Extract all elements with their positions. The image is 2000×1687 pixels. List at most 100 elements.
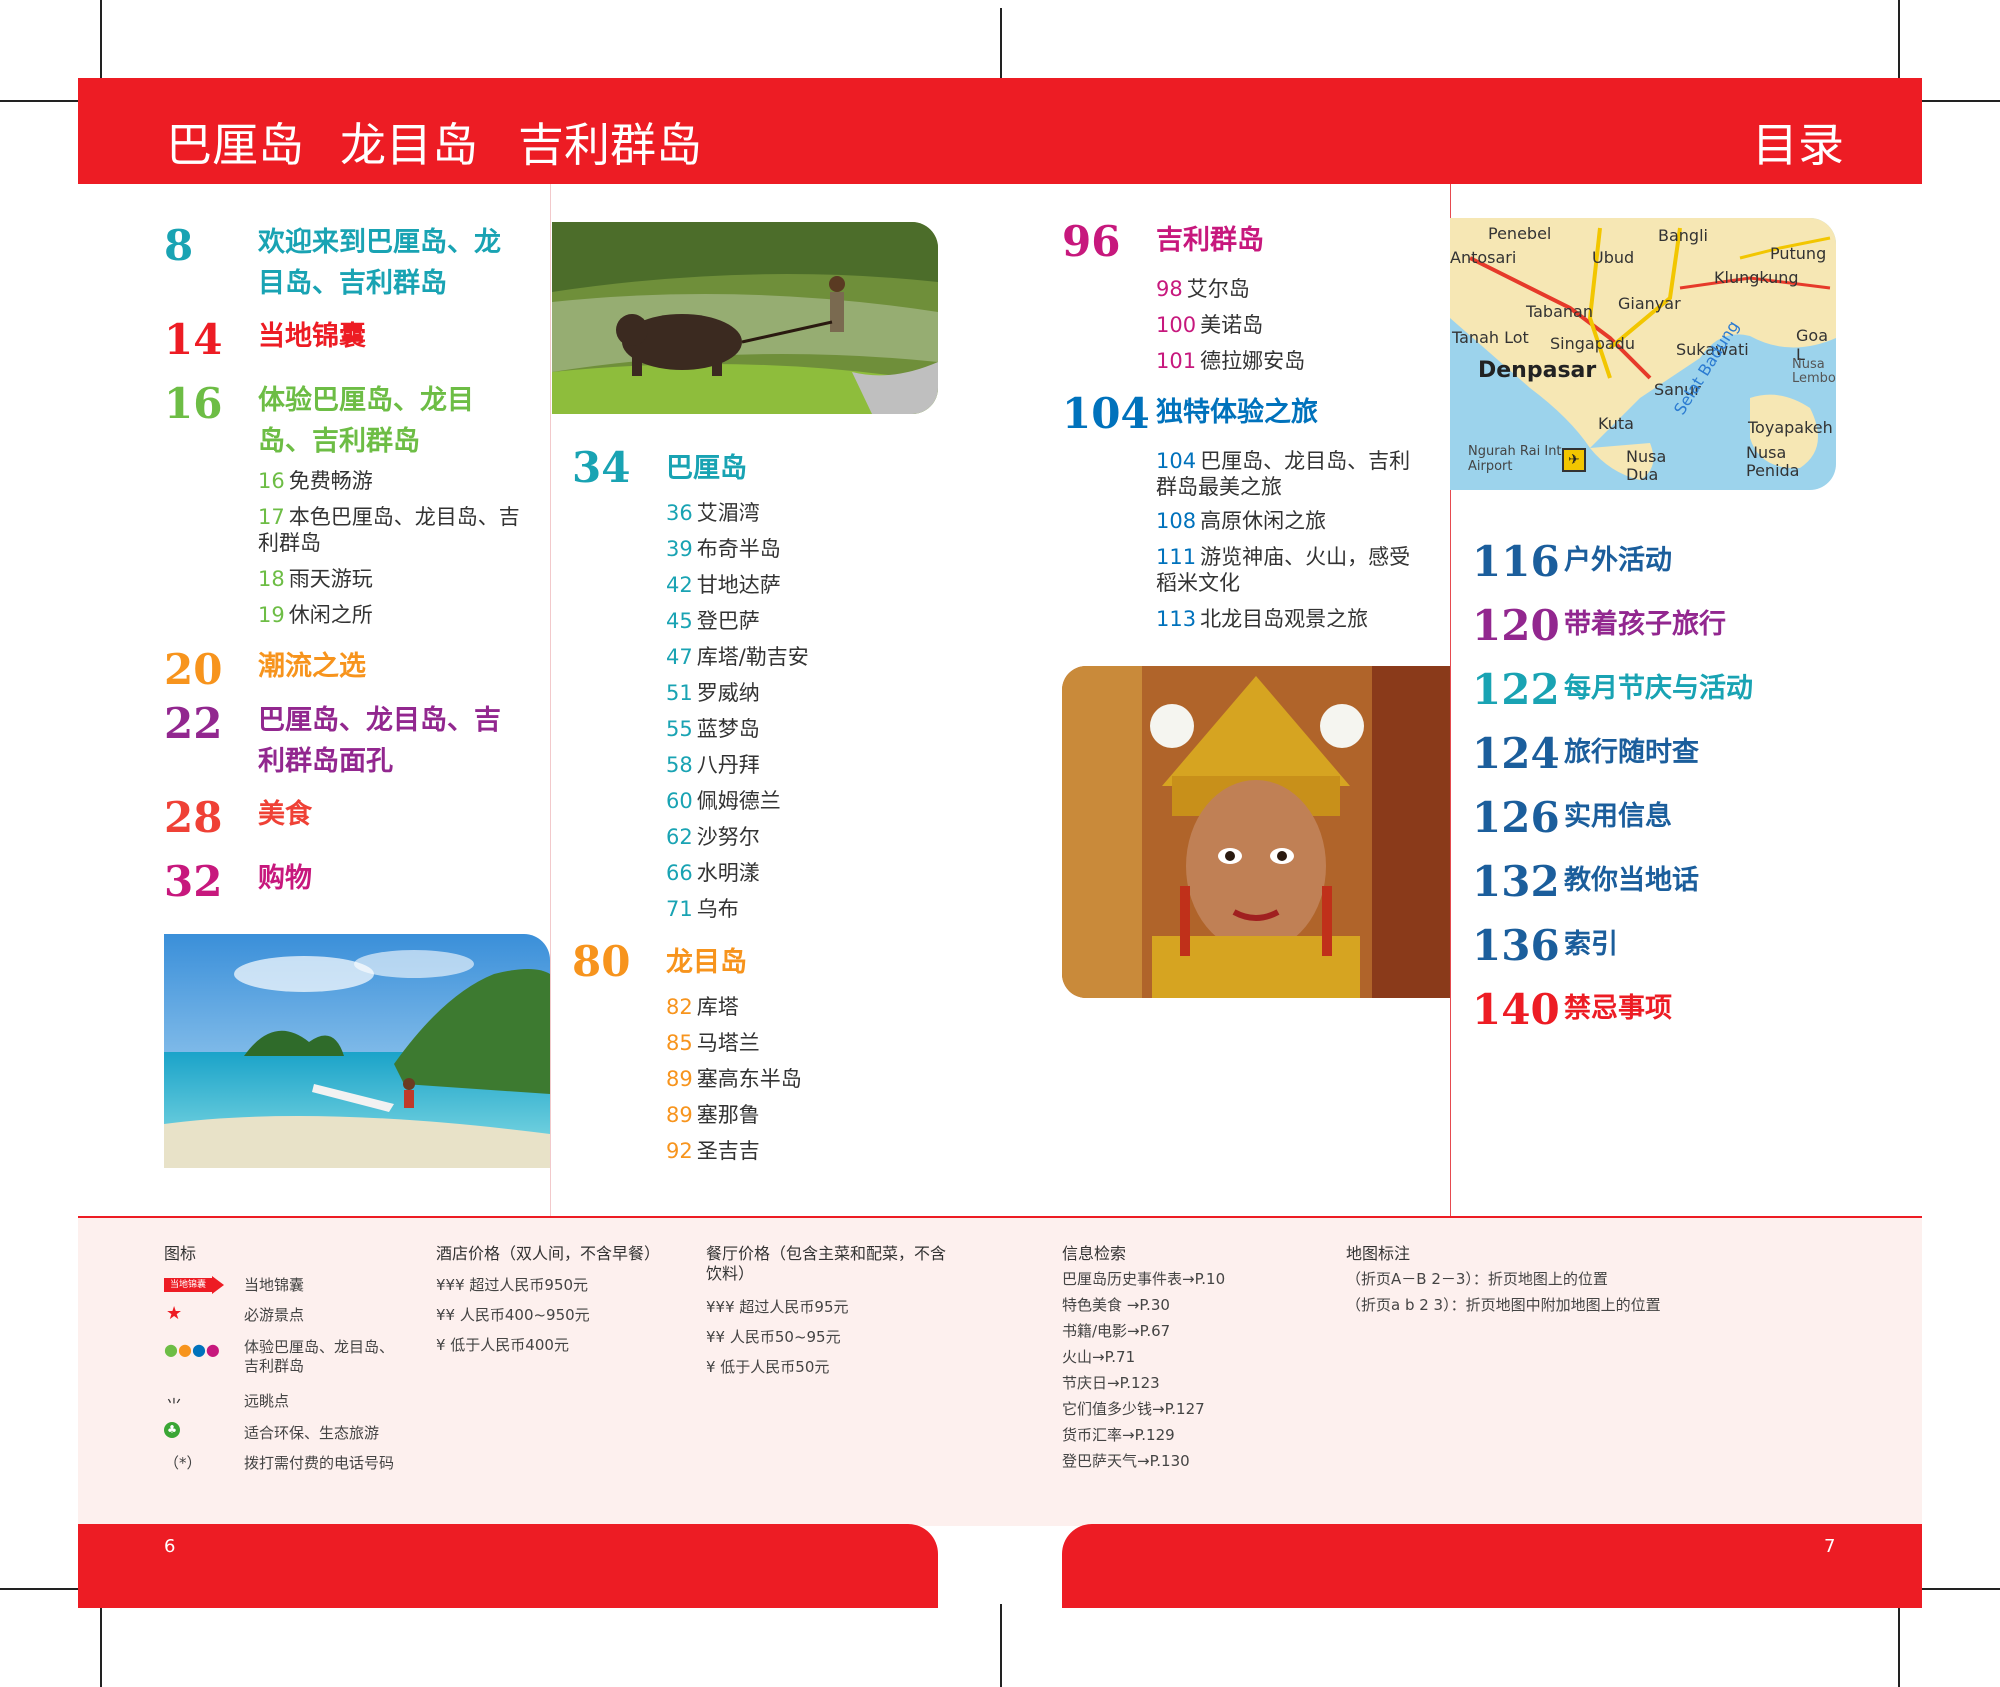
map-label: Tabanan	[1526, 302, 1593, 321]
legend-row: ¥¥¥ 超过人民币950元	[436, 1276, 589, 1294]
toc-title: 带着孩子旅行	[1564, 609, 1726, 640]
toc-sub-entry[interactable]: 89 塞那鲁	[666, 1102, 760, 1128]
map-label: Penebel	[1488, 224, 1552, 243]
map-label: Kuta	[1598, 414, 1634, 433]
toc-sub-entry[interactable]: 17 本色巴厘岛、龙目岛、吉利群岛	[258, 504, 528, 556]
footer-bar-right	[1062, 1524, 1922, 1608]
header-title-contents: 目录	[1752, 118, 1844, 172]
toc-title: 巴厘岛	[666, 453, 747, 484]
legend-row: ¥¥¥ 超过人民币95元	[706, 1298, 849, 1316]
legend-row: 必游景点	[244, 1306, 305, 1324]
map-label: Toyapakeh	[1748, 418, 1833, 437]
toc-title: 教你当地话	[1564, 865, 1699, 896]
toc-sub-entry[interactable]: 101 德拉娜安岛	[1156, 348, 1305, 374]
toc-title: 当地锦囊	[258, 321, 366, 352]
toc-page-number: 122	[1472, 665, 1560, 714]
map-label: Klungkung	[1714, 268, 1799, 287]
toc-page-number: 28	[164, 793, 223, 842]
beach-image	[164, 934, 550, 1168]
toc-page-number: 80	[572, 937, 631, 986]
crop-mark	[100, 1608, 102, 1687]
crop-mark	[1898, 1608, 1900, 1687]
toc-sub-entry[interactable]: 111 游览神庙、火山，感受稻米文化	[1156, 544, 1428, 596]
legend-icons-title: 图标	[164, 1244, 197, 1263]
toc-sub-entry[interactable]: 104 巴厘岛、龙目岛、吉利群岛最美之旅	[1156, 448, 1428, 500]
crop-mark	[1922, 100, 2000, 102]
toc-page-number: 116	[1472, 537, 1560, 586]
map-label: Bangli	[1658, 226, 1708, 245]
toc-sub-entry[interactable]: 98 艾尔岛	[1156, 276, 1250, 302]
map-label: Ubud	[1592, 248, 1635, 267]
toc-sub-entry[interactable]: 16 免费畅游	[258, 468, 373, 494]
crop-mark	[0, 100, 78, 102]
tip-badge-icon: 当地锦囊	[164, 1276, 224, 1294]
crop-mark	[100, 0, 102, 78]
toc-sub-entry[interactable]: 85 马塔兰	[666, 1030, 760, 1056]
toc-sub-entry[interactable]: 45 登巴萨	[666, 608, 760, 634]
toc-sub-entry[interactable]: 108 高原休闲之旅	[1156, 508, 1326, 534]
toc-page-number: 124	[1472, 729, 1560, 778]
legend-row: ¥¥ 人民币400~950元	[436, 1306, 590, 1324]
rice-field-photo	[552, 222, 938, 414]
toc-sub-entry[interactable]: 51 罗威纳	[666, 680, 760, 706]
legend-row: 它们值多少钱→P.127	[1062, 1400, 1205, 1418]
map-label: Putung	[1770, 244, 1827, 263]
toc-sub-entry[interactable]: 82 库塔	[666, 994, 739, 1020]
legend-row: 体验巴厘岛、龙目岛、吉利群岛	[244, 1338, 395, 1375]
toc-sub-entry[interactable]: 55 蓝梦岛	[666, 716, 760, 742]
toc-sub-entry[interactable]: 18 雨天游玩	[258, 566, 373, 592]
legend-row: 书籍/电影→P.67	[1062, 1322, 1171, 1340]
toc-title: 吉利群岛	[1156, 225, 1264, 256]
map-label: Nusa Lembo	[1792, 357, 1836, 386]
toc-title: 户外活动	[1564, 545, 1672, 576]
bali-map: Penebel Antosari Ubud Bangli Putung Klun…	[1450, 218, 1836, 490]
header-title-bali: 巴厘岛	[166, 118, 304, 172]
toc-page-number: 136	[1472, 921, 1560, 970]
toc-sub-entry[interactable]: 60 佩姆德兰	[666, 788, 781, 814]
toc-sub-entry[interactable]: 47 库塔/勒吉安	[666, 644, 809, 670]
toc-sub-entry[interactable]: 62 沙努尔	[666, 824, 760, 850]
map-label: Antosari	[1450, 248, 1517, 267]
toc-sub-entry[interactable]: 58 八丹拜	[666, 752, 760, 778]
toc-title: 禁忌事项	[1564, 993, 1672, 1024]
legend-row: 远眺点	[244, 1392, 290, 1410]
toc-sub-entry[interactable]: 100 美诺岛	[1156, 312, 1263, 338]
legend-row: 登巴萨天气→P.130	[1062, 1452, 1190, 1470]
toc-page-number: 96	[1062, 217, 1121, 266]
toc-page-number: 34	[572, 443, 631, 492]
toc-sub-entry[interactable]: 66 水明漾	[666, 860, 760, 886]
crop-mark	[1922, 1588, 2000, 1590]
toc-title: 独特体验之旅	[1156, 397, 1318, 428]
legend-row: ¥ 低于人民币50元	[706, 1358, 830, 1376]
legend-row: （折页a b 2 3）：折页地图中附加地图上的位置	[1346, 1296, 1661, 1314]
legend-row: 适合环保、生态旅游	[244, 1424, 380, 1442]
eco-leaf-icon: ♣	[164, 1422, 180, 1438]
toc-title: 体验巴厘岛、龙目岛、吉利群岛	[258, 385, 474, 457]
toc-sub-entry[interactable]: 39 布奇半岛	[666, 536, 781, 562]
viewpoint-icon: ⺌	[166, 1396, 183, 1415]
toc-sub-entry[interactable]: 42 甘地达萨	[666, 572, 781, 598]
toc-title: 欢迎来到巴厘岛、龙目岛、吉利群岛	[258, 227, 501, 299]
crop-mark	[1000, 1604, 1002, 1687]
toc-page-number: 22	[164, 699, 223, 748]
legend-map-title: 地图标注	[1346, 1244, 1411, 1263]
toc-sub-entry[interactable]: 92 圣吉吉	[666, 1138, 760, 1164]
toc-page-number: 32	[164, 857, 223, 906]
crop-mark	[1000, 8, 1002, 86]
map-label: Ngurah Rai Int. Airport	[1468, 444, 1566, 474]
toc-page-number: 104	[1062, 389, 1150, 438]
toc-sub-entry[interactable]: 71 乌布	[666, 896, 739, 922]
toc-title: 潮流之选	[258, 651, 366, 682]
legend-row: ¥¥ 人民币50~95元	[706, 1328, 841, 1346]
toc-title: 美食	[258, 799, 312, 830]
map-label: Nusa Dua	[1626, 447, 1667, 484]
footer-bar-left	[78, 1524, 938, 1608]
toc-sub-entry[interactable]: 36 艾湄湾	[666, 500, 760, 526]
toc-page-number: 140	[1472, 985, 1560, 1034]
color-dots-icon: ●●●●	[164, 1340, 220, 1359]
column-divider	[550, 184, 551, 1216]
toc-sub-entry[interactable]: 19 休闲之所	[258, 602, 373, 628]
toc-sub-entry[interactable]: 113 北龙目岛观景之旅	[1156, 606, 1368, 632]
header-title-lombok: 龙目岛	[340, 118, 478, 172]
toc-sub-entry[interactable]: 89 塞高东半岛	[666, 1066, 802, 1092]
